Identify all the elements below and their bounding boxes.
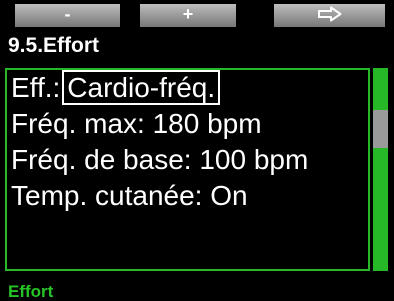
minus-button-label: - xyxy=(64,4,71,24)
minus-button[interactable]: - xyxy=(15,4,120,27)
right-arrow-icon xyxy=(317,6,341,22)
settings-panel: Eff.: Cardio-fréq. Fréq. max: 180 bpm Fré… xyxy=(5,68,370,271)
base-heart-rate-row[interactable]: Fréq. de base: 100 bpm xyxy=(11,144,308,176)
next-button[interactable] xyxy=(274,4,385,27)
effort-mode-row[interactable]: Eff.: Cardio-fréq. xyxy=(11,70,221,105)
scrollbar[interactable] xyxy=(373,68,388,271)
effort-mode-value[interactable]: Cardio-fréq. xyxy=(62,70,221,105)
scroll-thumb[interactable] xyxy=(373,110,388,148)
page-title: 9.5.Effort xyxy=(8,34,100,57)
plus-button-label: + xyxy=(182,4,194,24)
effort-mode-label: Eff.: xyxy=(11,72,61,103)
max-heart-rate-row[interactable]: Fréq. max: 180 bpm xyxy=(11,108,262,140)
footer-label: Effort xyxy=(8,282,54,301)
plus-button[interactable]: + xyxy=(140,4,236,27)
skin-temp-row[interactable]: Temp. cutanée: On xyxy=(11,180,248,212)
softkey-bar: - + xyxy=(0,0,394,31)
